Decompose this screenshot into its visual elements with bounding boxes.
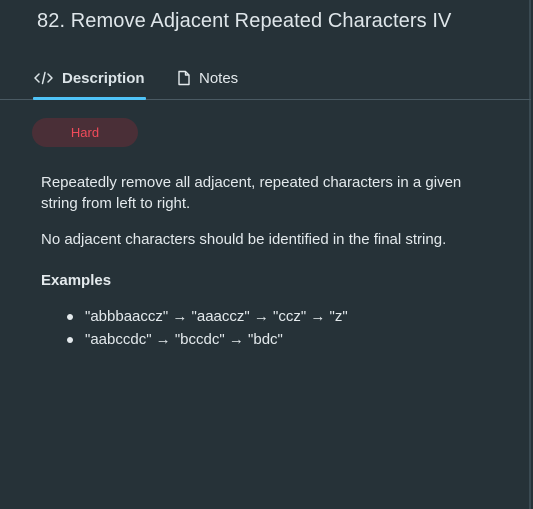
- example-item: "abbbaaccz" → "aaaccz" → "ccz" → "z": [67, 306, 481, 327]
- examples-list: "abbbaaccz" → "aaaccz" → "ccz" → "z" "aa…: [41, 306, 481, 350]
- description-paragraph: Repeatedly remove all adjacent, repeated…: [41, 174, 462, 212]
- tab-description[interactable]: Description: [34, 58, 146, 98]
- active-tab-indicator: [33, 97, 146, 100]
- difficulty-badge: Hard: [32, 118, 138, 147]
- problem-description: Repeatedly remove all adjacent, repeated…: [41, 172, 481, 352]
- file-icon: [177, 70, 191, 86]
- problem-panel: 82. Remove Adjacent Repeated Characters …: [0, 0, 531, 509]
- tab-description-label: Description: [62, 69, 145, 87]
- tab-notes[interactable]: Notes: [177, 58, 247, 98]
- description-paragraph: No adjacent characters should be identif…: [41, 231, 447, 248]
- tab-notes-label: Notes: [199, 69, 239, 87]
- problem-title: 82. Remove Adjacent Repeated Characters …: [37, 10, 452, 32]
- examples-heading: Examples: [41, 272, 112, 289]
- tab-bar: Description Notes: [0, 58, 531, 100]
- code-icon: [34, 71, 54, 85]
- example-item: "aabccdc" → "bccdc" → "bdc": [67, 329, 481, 350]
